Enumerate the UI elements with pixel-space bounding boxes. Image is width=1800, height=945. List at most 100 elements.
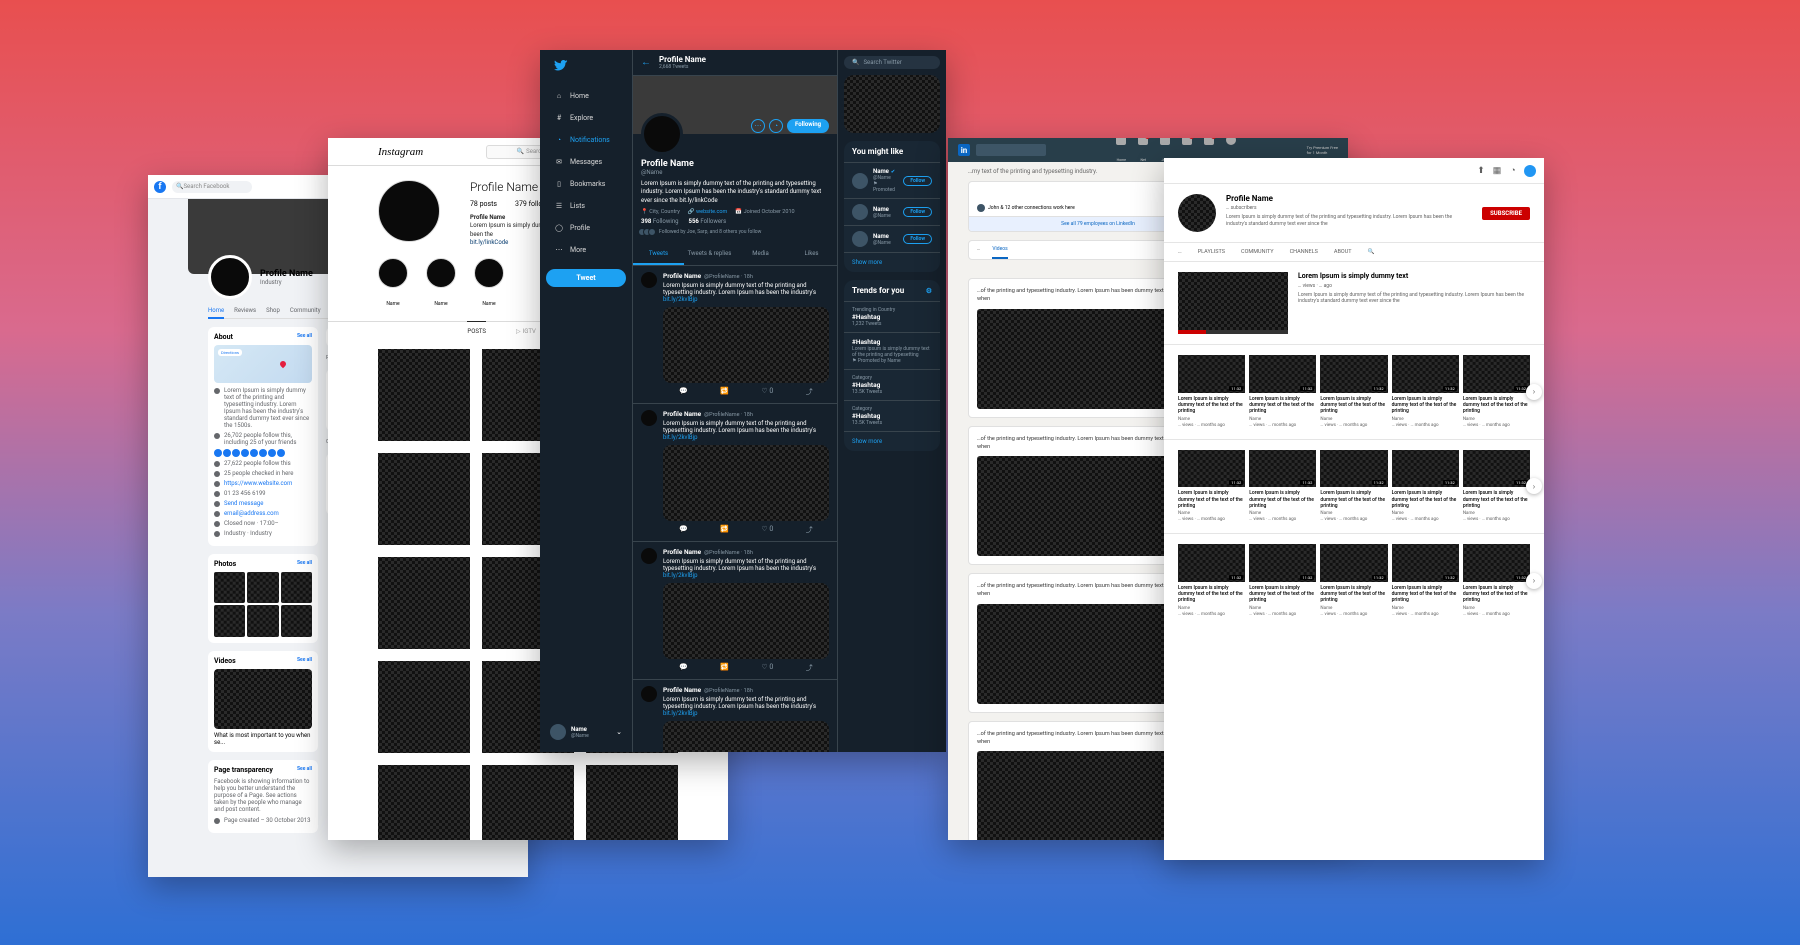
tw-follow-button[interactable]: Follow [903, 176, 932, 186]
yt-upload-icon[interactable]: ⬆ [1476, 166, 1486, 176]
tw-notify-button[interactable]: ◔ [769, 119, 783, 133]
yt-subscribe-button[interactable]: SUBSCRIBE [1482, 207, 1530, 220]
tw-follow-suggestion[interactable]: Name✔ @Name⚑ Promoted Follow [844, 162, 940, 198]
tw-trend-item[interactable]: Trending in Country #Hashtag 1,232 Tweet… [844, 301, 940, 332]
tw-follow-suggestion[interactable]: Name @Name Follow [844, 198, 940, 225]
tw-media-preview[interactable] [844, 75, 940, 133]
fb-video-thumb[interactable] [214, 669, 312, 729]
like-icon[interactable]: ♡ 0 [761, 525, 773, 535]
fb-website-link[interactable]: https://www.website.com [224, 480, 292, 487]
like-icon[interactable]: ♡ 0 [761, 387, 773, 397]
tw-nav-home[interactable]: ⌂Home [546, 85, 626, 107]
reply-icon[interactable]: 💬 [679, 387, 688, 397]
tw-tweet-media[interactable] [663, 583, 829, 659]
li-tab-videos[interactable]: Videos [992, 241, 1007, 259]
tw-account-switcher[interactable]: Name@Name ⌄ [546, 720, 626, 744]
yt-notifications-icon[interactable]: ◔ [1508, 166, 1518, 176]
tw-trend-item[interactable]: Category #Hashtag 13.5K Tweets [844, 369, 940, 400]
li-nav-network[interactable]: Net [1136, 138, 1150, 165]
tw-more-button[interactable]: ⋯ [751, 119, 765, 133]
ig-bio-link[interactable]: bit.ly/linkCode [470, 239, 508, 246]
tw-trend-item[interactable]: Category #Hashtag 13.5K Tweets [844, 400, 940, 431]
yt-video-card[interactable]: 11:32 Lorem Ipsum is simply dummy text o… [1249, 544, 1316, 618]
tw-nav-more[interactable]: ⋯More [546, 239, 626, 261]
tw-nav-notifications[interactable]: ◔Notifications [546, 129, 626, 151]
tw-followers-link[interactable]: 556 Followers [689, 218, 727, 225]
tw-tweet[interactable]: Profile Name@ProfileName · 18h Lorem Ips… [633, 404, 837, 542]
tw-follow-suggestion[interactable]: Name @Name Follow [844, 225, 940, 252]
yt-video-card[interactable]: 11:32 Lorem Ipsum is simply dummy text o… [1178, 355, 1245, 429]
tw-nav-messages[interactable]: ✉Messages [546, 151, 626, 173]
share-icon[interactable]: ⤴ [806, 387, 813, 397]
fb-tab-shop[interactable]: Shop [266, 307, 280, 314]
like-icon[interactable]: ♡ 0 [761, 663, 773, 673]
li-premium-link[interactable]: Try Premium Freefor 1 Month [1307, 145, 1338, 155]
tw-tweet-avatar[interactable] [641, 272, 657, 288]
yt-video-card[interactable]: 11:32 Lorem Ipsum is simply dummy text o… [1178, 450, 1245, 524]
tw-tweet-media[interactable] [663, 721, 829, 752]
yt-video-card[interactable]: 11:32 Lorem Ipsum is simply dummy text o… [1320, 355, 1387, 429]
tw-profile-avatar[interactable] [641, 113, 683, 155]
tw-followed-by[interactable]: Followed by Joe, Sarp, and 8 others you … [641, 228, 829, 236]
ig-story-item[interactable]: Name [474, 258, 504, 309]
tw-follow-button[interactable]: Follow [903, 207, 932, 217]
fb-photo[interactable] [214, 572, 245, 603]
tw-tab-tweets[interactable]: Tweets [633, 244, 684, 265]
yt-video-card[interactable]: 11:32 Lorem Ipsum is simply dummy text o… [1249, 450, 1316, 524]
tw-following-button[interactable]: Following [787, 119, 829, 133]
fb-tab-community[interactable]: Community [290, 307, 321, 314]
carousel-next-icon[interactable]: › [1526, 573, 1542, 589]
yt-video-card[interactable]: 11:32 Lorem Ipsum is simply dummy text o… [1249, 355, 1316, 429]
back-arrow-icon[interactable]: ← [641, 57, 651, 68]
ig-tab-posts[interactable]: POSTS [467, 321, 486, 341]
tw-show-more-link[interactable]: Show more [844, 431, 940, 451]
fb-about-seeall[interactable]: See all [297, 333, 312, 341]
tw-trend-item[interactable]: #Hashtag Lorem ipsum is simply dummy tex… [844, 332, 940, 369]
reply-icon[interactable]: 💬 [679, 663, 688, 673]
tw-search-input[interactable]: 🔍Search Twitter [844, 56, 940, 69]
yt-account-avatar[interactable] [1524, 165, 1536, 177]
yt-tab-channels[interactable]: CHANNELS [1290, 243, 1318, 261]
tw-tweet[interactable]: Profile Name@ProfileName · 18h Lorem Ips… [633, 542, 837, 680]
fb-tab-home[interactable]: Home [208, 307, 224, 314]
tw-nav-bookmarks[interactable]: ▯Bookmarks [546, 173, 626, 195]
reply-icon[interactable]: 💬 [679, 525, 688, 535]
retweet-icon[interactable]: 🔁 [720, 387, 729, 397]
fb-tab-reviews[interactable]: Reviews [234, 307, 256, 314]
fb-map[interactable]: Directions [214, 345, 312, 383]
tw-following-link[interactable]: 398 Following [641, 218, 679, 225]
yt-featured-video[interactable]: Lorem Ipsum is simply dummy text … views… [1164, 262, 1544, 344]
linkedin-logo-icon[interactable]: in [958, 144, 970, 156]
ig-story-item[interactable]: Name [426, 258, 456, 309]
share-icon[interactable]: ⤴ [806, 525, 813, 535]
li-nav-home[interactable]: Home [1114, 138, 1128, 165]
tw-nav-profile[interactable]: ◯Profile [546, 217, 626, 239]
tw-tab-replies[interactable]: Tweets & replies [684, 244, 735, 265]
tw-tweet-avatar[interactable] [641, 410, 657, 426]
yt-tab-about[interactable]: ABOUT [1334, 243, 1352, 261]
gear-icon[interactable]: ⚙ [926, 287, 932, 295]
facebook-logo-icon[interactable]: f [154, 181, 166, 193]
ig-story-item[interactable]: Name [378, 258, 408, 309]
retweet-icon[interactable]: 🔁 [720, 663, 729, 673]
carousel-next-icon[interactable]: › [1526, 384, 1542, 400]
yt-video-card[interactable]: 11:32 Lorem Ipsum is simply dummy text o… [1320, 450, 1387, 524]
yt-video-card[interactable]: 11:32 Lorem Ipsum is simply dummy text o… [1320, 544, 1387, 618]
tw-nav-explore[interactable]: #Explore [546, 107, 626, 129]
tw-tweet-avatar[interactable] [641, 686, 657, 702]
carousel-next-icon[interactable]: › [1526, 478, 1542, 494]
yt-progress-bar[interactable] [1178, 330, 1288, 334]
yt-video-card[interactable]: 11:32 Lorem Ipsum is simply dummy text o… [1178, 544, 1245, 618]
twitter-logo-icon[interactable] [554, 60, 626, 77]
li-search-input[interactable] [976, 144, 1046, 156]
tw-website-link[interactable]: 🔗 website.com [688, 209, 728, 215]
yt-tab-playlists[interactable]: PLAYLISTS [1198, 243, 1225, 261]
tw-tweet[interactable]: Profile Name@ProfileName · 18h Lorem Ips… [633, 266, 837, 404]
yt-video-card[interactable]: 11:32 Lorem Ipsum is simply dummy text o… [1463, 544, 1530, 618]
yt-apps-icon[interactable]: ▦ [1492, 166, 1502, 176]
yt-video-card[interactable]: 11:32 Lorem Ipsum is simply dummy text o… [1392, 544, 1459, 618]
yt-video-card[interactable]: 11:32 Lorem Ipsum is simply dummy text o… [1463, 450, 1530, 524]
ig-profile-avatar[interactable] [378, 180, 440, 242]
fb-profile-avatar[interactable] [208, 255, 252, 299]
yt-tab-community[interactable]: COMMUNITY [1241, 243, 1274, 261]
